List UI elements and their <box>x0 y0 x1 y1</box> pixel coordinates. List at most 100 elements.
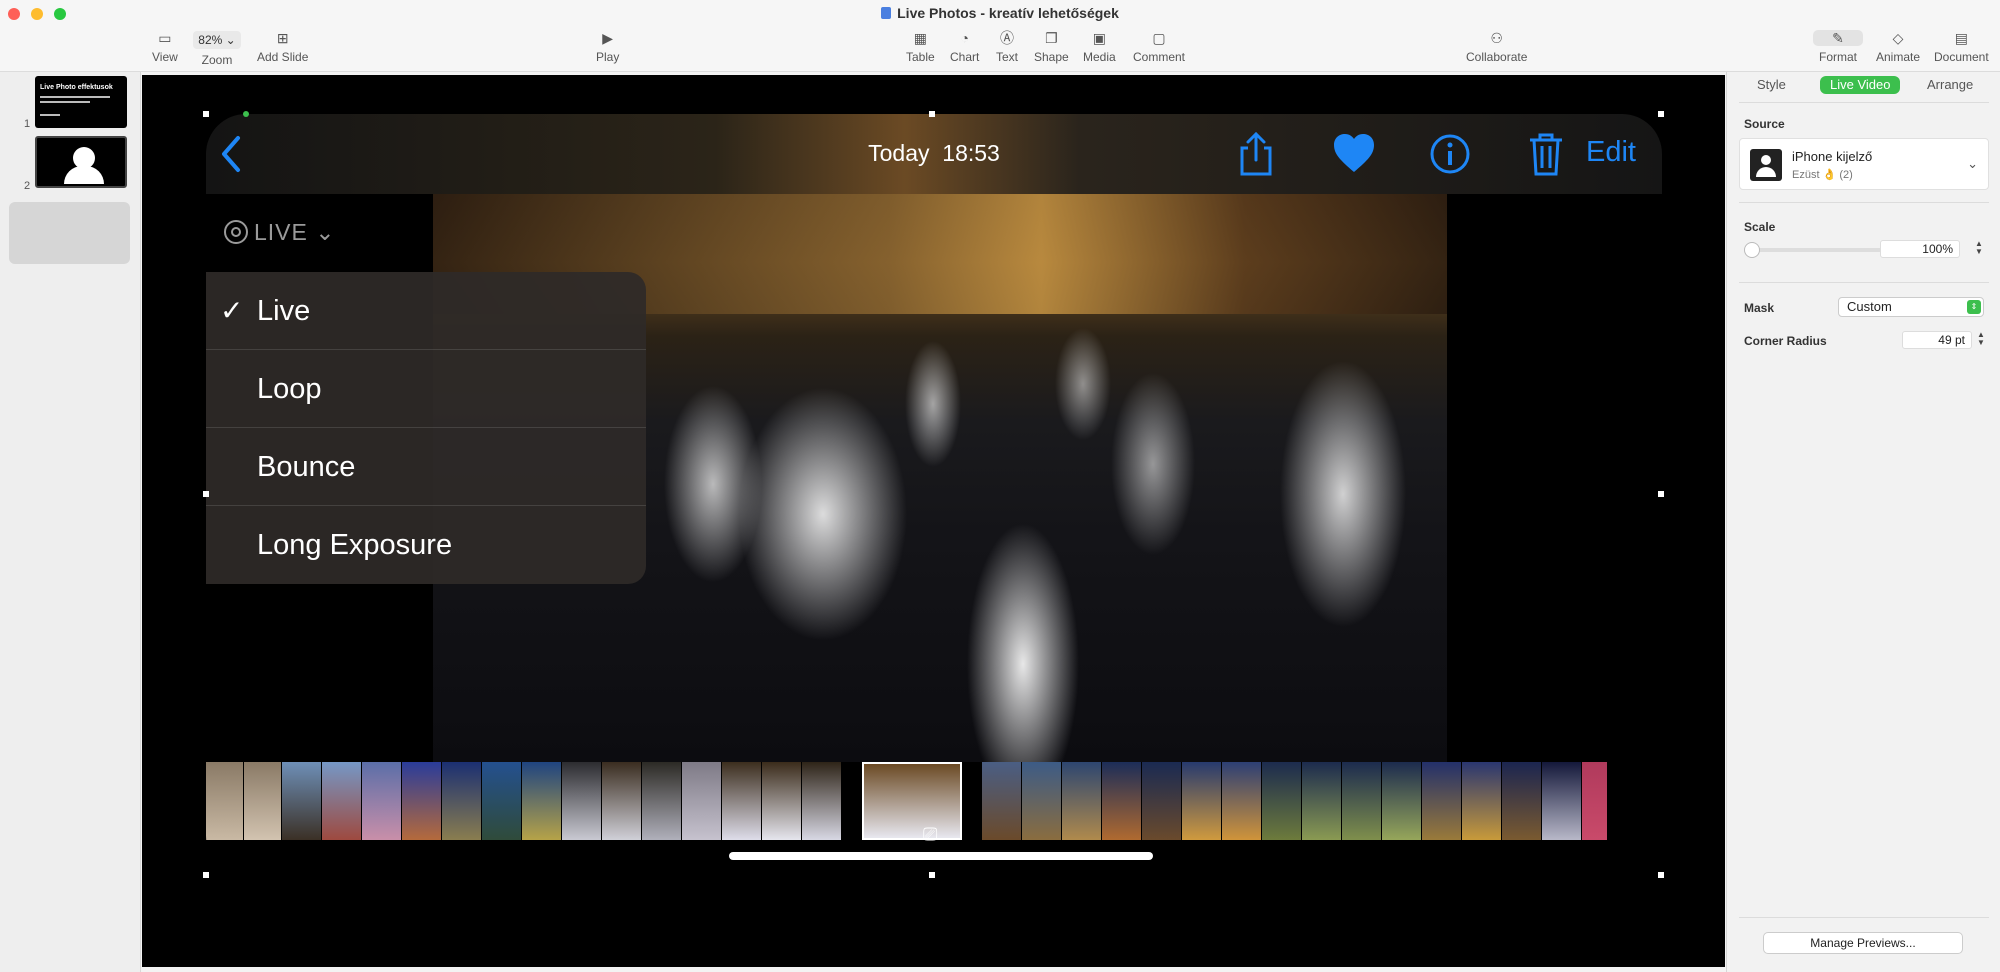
strip-frame[interactable] <box>1062 762 1102 840</box>
source-select[interactable]: iPhone kijelző Ezüst 👌 (2) ⌄ <box>1739 138 1989 190</box>
text-button[interactable]: Ⓐ Text <box>996 30 1018 64</box>
slide-navigator: 1 Live Photo effektusok 2 <box>0 72 141 972</box>
strip-frame[interactable] <box>1542 762 1582 840</box>
add-slide-button[interactable]: ⊞ Add Slide <box>257 30 308 64</box>
rotate-handle[interactable] <box>243 111 249 117</box>
strip-frame[interactable] <box>1182 762 1222 840</box>
scale-field[interactable]: 100% <box>1880 240 1960 258</box>
shape-icon: ❐ <box>1045 30 1058 46</box>
play-icon: ▶ <box>602 30 614 46</box>
collaborate-button[interactable]: ⚇ Collaborate <box>1466 30 1527 64</box>
chart-button[interactable]: ◔ Chart <box>950 30 979 64</box>
manage-previews-button[interactable]: Manage Previews... <box>1763 932 1963 954</box>
selection-handle[interactable] <box>203 872 209 878</box>
mask-select[interactable]: Custom ⇕ <box>1838 297 1984 317</box>
selection-handle[interactable] <box>203 491 209 497</box>
menu-item-live[interactable]: ✓ Live <box>206 272 646 350</box>
strip-frame[interactable] <box>206 762 244 840</box>
strip-frame[interactable] <box>1102 762 1142 840</box>
format-inspector: Style Live Video Arrange Source iPhone k… <box>1726 72 2000 972</box>
format-button[interactable]: ✎ Format <box>1813 30 1863 64</box>
back-chevron-icon[interactable] <box>216 130 246 178</box>
corner-radius-field[interactable]: 49 pt <box>1902 331 1972 349</box>
strip-frame[interactable] <box>982 762 1022 840</box>
strip-frame[interactable] <box>322 762 362 840</box>
animate-button[interactable]: ◇ Animate <box>1876 30 1920 64</box>
scroll-indicator[interactable] <box>729 852 1153 860</box>
selection-handle[interactable] <box>1658 111 1664 117</box>
strip-frame[interactable] <box>1222 762 1262 840</box>
strip-frame[interactable] <box>642 762 682 840</box>
share-icon[interactable] <box>1236 130 1276 178</box>
source-subtitle: Ezüst 👌 (2) <box>1792 169 1853 181</box>
strip-frame[interactable] <box>802 762 842 840</box>
selection-handle[interactable] <box>929 872 935 878</box>
slide-canvas[interactable]: Today 18:53 Edit LIVE ⌄ ✓ Live Loop Bounc… <box>142 75 1725 967</box>
strip-frame[interactable] <box>602 762 642 840</box>
document-button[interactable]: ▤ Document <box>1934 30 1989 64</box>
selection-handle[interactable] <box>1658 872 1664 878</box>
selection-handle[interactable] <box>929 111 935 117</box>
trash-icon[interactable] <box>1526 130 1566 178</box>
view-button[interactable]: ▭ View <box>152 30 178 64</box>
divider <box>1739 917 1989 918</box>
comment-button[interactable]: ▢ Comment <box>1133 30 1185 64</box>
live-mode-button[interactable]: LIVE ⌄ <box>224 219 336 246</box>
zoom-control[interactable]: 82% ⌄ Zoom <box>193 31 241 67</box>
strip-frame[interactable] <box>682 762 722 840</box>
strip-frame[interactable] <box>722 762 762 840</box>
scale-slider-knob[interactable] <box>1744 242 1760 258</box>
chevron-down-icon: ⌄ <box>1967 156 1978 171</box>
tab-style[interactable]: Style <box>1757 76 1786 94</box>
corner-radius-stepper[interactable]: ▲ ▼ <box>1977 331 1985 347</box>
strip-frame[interactable] <box>1302 762 1342 840</box>
strip-frame[interactable] <box>1582 762 1608 840</box>
strip-frame[interactable] <box>402 762 442 840</box>
strip-frame[interactable] <box>1502 762 1542 840</box>
strip-frame[interactable] <box>522 762 562 840</box>
strip-frame[interactable] <box>562 762 602 840</box>
scale-slider-track[interactable] <box>1747 248 1893 252</box>
info-icon[interactable] <box>1428 130 1472 178</box>
strip-frame[interactable] <box>362 762 402 840</box>
favorite-heart-icon[interactable] <box>1332 130 1376 178</box>
animate-icon: ◇ <box>1892 30 1904 46</box>
collaborate-icon: ⚇ <box>1490 30 1503 46</box>
menu-item-long-exposure[interactable]: Long Exposure <box>206 506 646 584</box>
live-photo-icon <box>224 220 248 244</box>
strip-frame[interactable] <box>1382 762 1422 840</box>
strip-frame[interactable] <box>1142 762 1182 840</box>
selection-handle[interactable] <box>1658 491 1664 497</box>
strip-frame[interactable] <box>1342 762 1382 840</box>
strip-frame[interactable] <box>282 762 322 840</box>
person-icon-body <box>64 166 104 184</box>
play-button[interactable]: ▶ Play <box>596 30 619 64</box>
shape-button[interactable]: ❐ Shape <box>1034 30 1069 64</box>
video-camera-icon: ⎚ <box>923 824 938 844</box>
strip-frame[interactable] <box>442 762 482 840</box>
menu-item-bounce[interactable]: Bounce <box>206 428 646 506</box>
strip-frame[interactable] <box>1462 762 1502 840</box>
scale-stepper[interactable]: ▲ ▼ <box>1975 240 1983 256</box>
strip-frame[interactable] <box>482 762 522 840</box>
edit-button[interactable]: Edit <box>1586 136 1636 169</box>
strip-frame[interactable] <box>762 762 802 840</box>
strip-frame[interactable] <box>1262 762 1302 840</box>
selection-handle[interactable] <box>203 111 209 117</box>
slide-thumbnail-1[interactable]: Live Photo effektusok <box>35 76 127 128</box>
chevron-down-icon: ⌄ <box>225 33 236 47</box>
table-button[interactable]: ▦ Table <box>906 30 935 64</box>
strip-frame-current[interactable] <box>862 762 962 840</box>
table-icon: ▦ <box>913 30 927 46</box>
tab-arrange[interactable]: Arrange <box>1927 76 1973 94</box>
strip-frame[interactable] <box>1022 762 1062 840</box>
tab-live-video[interactable]: Live Video <box>1820 76 1901 94</box>
inspector-tabs: Style Live Video Arrange <box>1727 72 2000 98</box>
divider <box>1739 202 1989 203</box>
menu-item-loop[interactable]: Loop <box>206 350 646 428</box>
strip-frame[interactable] <box>244 762 282 840</box>
live-video-object[interactable]: Today 18:53 Edit LIVE ⌄ ✓ Live Loop Bounc… <box>206 114 1662 876</box>
media-button[interactable]: ▣ Media <box>1083 30 1116 64</box>
slide-thumbnail-2[interactable] <box>35 136 127 188</box>
strip-frame[interactable] <box>1422 762 1462 840</box>
